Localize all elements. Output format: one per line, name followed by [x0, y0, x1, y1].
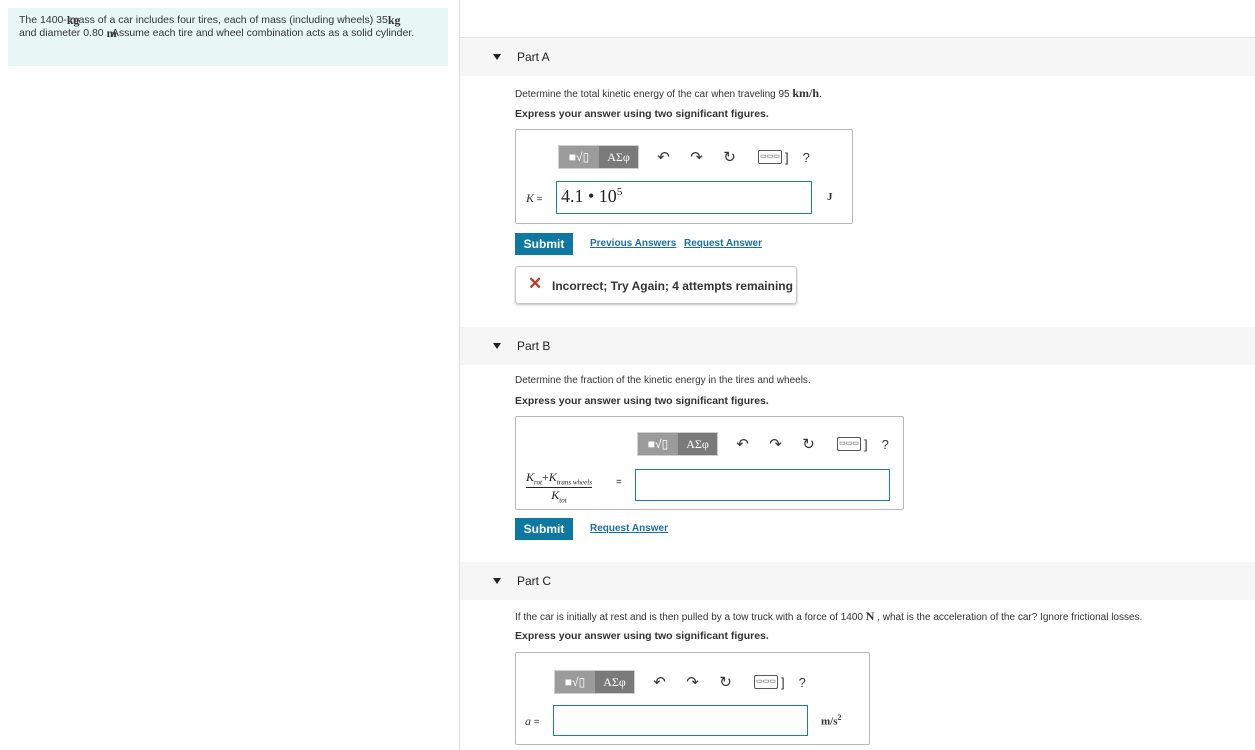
- greek-symbols-button[interactable]: ΑΣφ: [599, 146, 638, 168]
- answer-mantissa: 4.1 • 10: [561, 186, 617, 206]
- templates-icon[interactable]: ■√▯: [555, 671, 595, 693]
- greek-symbols-button[interactable]: ΑΣφ: [678, 433, 717, 455]
- part-c-header[interactable]: Part C: [460, 562, 1255, 600]
- k-trans: K: [548, 470, 557, 484]
- question-text: If the car is initially at rest and is t…: [515, 612, 866, 623]
- problem-statement: The 1400- kg mass of a car includes four …: [8, 8, 448, 66]
- templates-icon[interactable]: ■√▯: [638, 433, 678, 455]
- part-c-instruction: Express your answer using two significan…: [515, 630, 769, 642]
- problem-text: The 1400-: [19, 14, 67, 26]
- incorrect-x-icon: ✕: [528, 274, 543, 293]
- keyboard-icon[interactable]: ▭▭▭: [754, 675, 778, 689]
- kinetic-energy-fraction: Krot+Ktrans wheels Ktot: [526, 470, 592, 505]
- part-b-title: Part B: [517, 339, 551, 353]
- equals-sign: =: [534, 194, 543, 205]
- k-rot: K: [526, 470, 535, 484]
- answer-value: 4.1 • 105: [561, 186, 622, 207]
- collapse-triangle-icon[interactable]: [493, 343, 501, 349]
- redo-icon[interactable]: ↷: [759, 435, 792, 453]
- sub-trans-wheels: trans wheels: [556, 478, 592, 487]
- question-end: , what is the acceleration of the car? I…: [874, 612, 1143, 623]
- previous-answers-link[interactable]: Previous Answers: [590, 238, 676, 249]
- templates-button[interactable]: ■√▯ ΑΣφ: [554, 670, 635, 694]
- templates-button[interactable]: ■√▯ ΑΣφ: [558, 145, 639, 169]
- answer-unit: J: [827, 191, 833, 203]
- greek-symbols-button[interactable]: ΑΣφ: [595, 671, 634, 693]
- equals-sign: =: [531, 717, 540, 728]
- part-b-header[interactable]: Part B: [460, 327, 1255, 365]
- collapse-triangle-icon[interactable]: [493, 578, 501, 584]
- answer-label: a =: [525, 714, 540, 729]
- help-icon[interactable]: ?: [882, 437, 889, 452]
- part-c-answer-input[interactable]: [553, 705, 808, 736]
- bracket-icon: ]: [781, 674, 785, 690]
- bracket-icon: ]: [864, 436, 868, 452]
- answer-label: K =: [526, 191, 543, 206]
- part-a-instruction: Express your answer using two significan…: [515, 108, 769, 120]
- part-a-question: Determine the total kinetic energy of th…: [515, 86, 822, 101]
- part-a-header[interactable]: Part A: [460, 38, 1255, 76]
- unit-kg: kg: [66, 13, 80, 27]
- part-b-request-answer-link[interactable]: Request Answer: [590, 523, 668, 534]
- part-b-submit-button[interactable]: Submit: [515, 518, 573, 540]
- part-c-question: If the car is initially at rest and is t…: [515, 609, 1142, 624]
- part-a-submit-button[interactable]: Submit: [515, 233, 573, 255]
- part-c-answer-box: ■√▯ ΑΣφ ↶ ↷ ↻ ▭▭▭ ] ? a = m/s2: [515, 652, 870, 745]
- part-a-request-answer-link[interactable]: Request Answer: [684, 238, 762, 249]
- part-a-answer-box: ■√▯ ΑΣφ ↶ ↷ ↻ ▭▭▭ ] ? K = 4.1 • 105 J: [515, 129, 853, 224]
- reset-icon[interactable]: ↻: [709, 673, 742, 691]
- keyboard-icon[interactable]: ▭▭▭: [758, 150, 782, 164]
- unit-exponent: 2: [837, 713, 842, 722]
- part-b-answer-input[interactable]: [635, 469, 890, 501]
- problem-text: mass of a car includes four tires, each …: [66, 14, 388, 26]
- undo-icon[interactable]: ↶: [643, 673, 676, 691]
- math-toolbar: ■√▯ ΑΣφ ↶ ↷ ↻ ▭▭▭ ] ?: [558, 145, 810, 169]
- unit-base: m/s: [821, 715, 838, 728]
- answer-exponent: 5: [616, 186, 623, 198]
- part-b-question: Determine the fraction of the kinetic en…: [515, 375, 811, 386]
- reset-icon[interactable]: ↻: [713, 148, 746, 166]
- fraction-denominator: Ktot: [526, 488, 592, 504]
- math-toolbar: ■√▯ ΑΣφ ↶ ↷ ↻ ▭▭▭ ] ?: [637, 432, 889, 456]
- math-toolbar: ■√▯ ΑΣφ ↶ ↷ ↻ ▭▭▭ ] ?: [554, 670, 806, 694]
- problem-column: The 1400- kg mass of a car includes four …: [0, 0, 460, 750]
- question-end: .: [819, 89, 822, 100]
- help-icon[interactable]: ?: [803, 150, 810, 165]
- part-c-title: Part C: [517, 574, 552, 588]
- reset-icon[interactable]: ↻: [792, 435, 825, 453]
- undo-icon[interactable]: ↶: [726, 435, 759, 453]
- sub-rot: rot: [534, 478, 542, 487]
- variable-k: K: [526, 191, 535, 205]
- collapse-triangle-icon[interactable]: [493, 54, 501, 60]
- redo-icon[interactable]: ↷: [676, 673, 709, 691]
- unit-m: m: [106, 26, 117, 40]
- bracket-icon: ]: [785, 149, 789, 165]
- templates-icon[interactable]: ■√▯: [559, 146, 599, 168]
- redo-icon[interactable]: ↷: [680, 148, 713, 166]
- templates-button[interactable]: ■√▯ ΑΣφ: [637, 432, 718, 456]
- part-a-answer-input[interactable]: 4.1 • 105: [556, 181, 812, 214]
- fraction-numerator: Krot+Ktrans wheels: [526, 470, 592, 489]
- unit-kmh: km/h: [792, 86, 820, 100]
- equals-sign: =: [616, 477, 622, 488]
- question-text: Determine the total kinetic energy of th…: [515, 89, 793, 100]
- part-b-instruction: Express your answer using two significan…: [515, 395, 769, 407]
- plus-sign: +: [541, 470, 549, 484]
- unit-kg: kg: [387, 13, 401, 27]
- answer-unit: m/s2: [821, 713, 842, 728]
- part-a-title: Part A: [517, 50, 550, 64]
- keyboard-icon[interactable]: ▭▭▭: [837, 437, 861, 451]
- problem-text: and diameter 0.80: [19, 27, 107, 39]
- help-icon[interactable]: ?: [799, 675, 806, 690]
- feedback-text: Incorrect; Try Again; 4 attempts remaini…: [552, 279, 793, 293]
- undo-icon[interactable]: ↶: [647, 148, 680, 166]
- feedback-box: ✕ Incorrect; Try Again; 4 attempts remai…: [515, 266, 797, 304]
- problem-text: . Assume each tire and wheel combination…: [106, 27, 415, 39]
- sub-tot: tot: [559, 496, 567, 505]
